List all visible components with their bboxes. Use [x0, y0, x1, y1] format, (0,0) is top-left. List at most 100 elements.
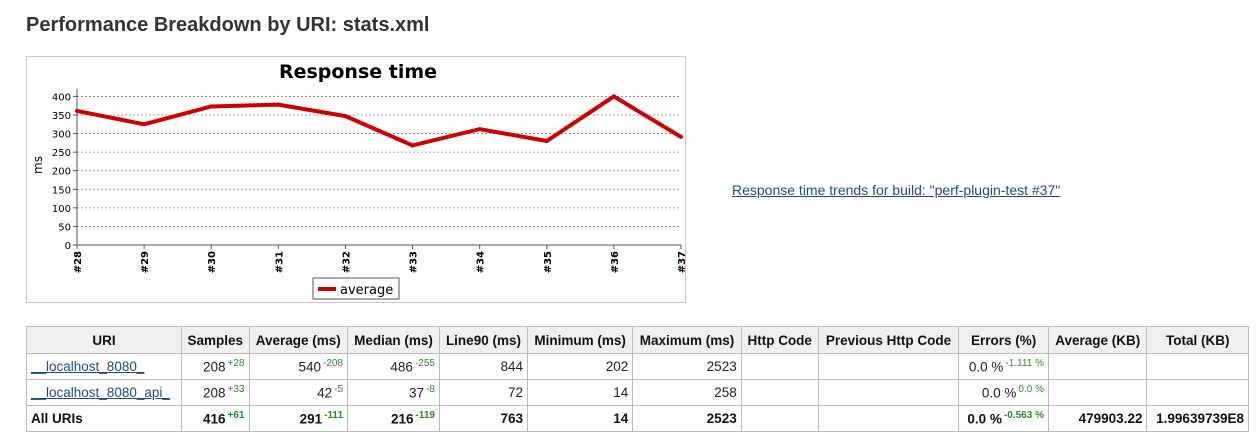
cell-value: 540 [298, 359, 321, 375]
cell-errors: 0.0 % 0.0 % [958, 379, 1049, 406]
cell-prev-http-code [817, 379, 960, 406]
y-axis-label: ms [31, 156, 45, 174]
cell-value: 14 [613, 411, 629, 426]
column-header: Previous Http Code [817, 326, 960, 354]
chart-title: Response time [279, 61, 437, 83]
cell-line90: 763 [438, 405, 528, 432]
cell-prev-http-code [817, 405, 960, 432]
cell-errors: 0.0 % -0.563 % [958, 405, 1049, 432]
table-row: __localhost_8080_api_ 208 +33 42 -5 37 -8 72 14 2… [26, 379, 1249, 406]
table-row: __localhost_8080_ 208 +28 540 -208 486 -255 844… [26, 353, 1249, 380]
uri-label: All URIs [31, 411, 83, 426]
cell-value: 208 [203, 359, 226, 375]
cell-value: 844 [500, 359, 523, 374]
y-tick-label: 250 [52, 148, 71, 159]
cell-value: 486 [390, 359, 413, 375]
cell-value: 0.0 % [981, 385, 1017, 401]
cell-avg-kb [1047, 379, 1148, 406]
y-tick-label: 50 [58, 222, 71, 233]
cell-diff: 0.0 % [1018, 384, 1044, 396]
cell-value: 202 [605, 359, 629, 374]
x-tick-label: #29 [140, 251, 151, 273]
x-tick-label: #30 [207, 251, 218, 273]
cell-minimum: 202 [526, 353, 634, 380]
uri-stats-table: URI Samples Average (ms) Median (ms) Line90 … [26, 326, 1249, 432]
y-tick-label: 300 [52, 130, 71, 141]
column-header: Maximum (ms) [632, 326, 742, 354]
data-point [679, 134, 683, 139]
cell-diff: -1.111 % [1005, 358, 1044, 370]
cell-total-kb: 1.99639739E8 [1146, 405, 1249, 432]
x-tick-label: #36 [610, 251, 621, 273]
cell-value: 2523 [706, 411, 737, 426]
cell-samples: 208 +28 [180, 353, 250, 380]
x-tick-label: #37 [677, 251, 685, 273]
chart-legend: average [312, 277, 400, 300]
cell-diff: -0.563 % [1003, 410, 1044, 422]
x-tick-label: #32 [341, 251, 352, 273]
data-point [276, 102, 281, 107]
column-header: Http Code [740, 326, 819, 354]
cell-errors: 0.0 % -1.111 % [958, 353, 1049, 380]
cell-median: 216 -119 [347, 405, 440, 432]
cell-diff: -111 [324, 410, 344, 422]
cell-value: 37 [409, 385, 425, 401]
uri-link[interactable]: __localhost_8080_api_ [31, 385, 170, 400]
cell-diff: -5 [334, 384, 344, 396]
cell-value: 479903.22 [1078, 411, 1143, 426]
column-header: Median (ms) [347, 326, 440, 354]
cell-line90: 844 [438, 353, 528, 380]
cell-diff: -8 [426, 384, 435, 396]
cell-avg-kb [1047, 353, 1148, 380]
chart-svg: Response time ms 0 50 100 150 200 250 300 350 40… [31, 61, 685, 300]
cell-value: 291 [299, 411, 323, 427]
cell-avg-kb: 479903.22 [1047, 405, 1148, 432]
cell-line90: 72 [438, 379, 528, 406]
y-tick-label: 200 [52, 167, 71, 178]
column-header: Average (KB) [1047, 326, 1148, 354]
chart-series [75, 94, 683, 148]
uri-link[interactable]: __localhost_8080_ [31, 359, 144, 374]
x-tick-label: #33 [409, 251, 420, 273]
cell-value: 258 [714, 385, 737, 400]
cell-value: 216 [390, 411, 414, 427]
cell-value: 0.0 % [967, 411, 1002, 427]
cell-maximum: 2523 [632, 405, 742, 432]
table-header-row: URI Samples Average (ms) Median (ms) Line90 … [26, 326, 1249, 354]
table-body: __localhost_8080_ 208 +28 540 -208 486 -255 844… [26, 353, 1249, 432]
cell-diff: +33 [227, 384, 245, 396]
y-tick-label: 350 [52, 111, 71, 122]
column-header: Minimum (ms) [526, 326, 634, 354]
cell-samples: 416 +61 [180, 405, 250, 432]
cell-value: 2523 [706, 359, 737, 374]
x-tick-label: #34 [476, 251, 487, 273]
data-point [142, 122, 147, 127]
cell-http-code [740, 353, 819, 380]
cell-value: 208 [203, 385, 226, 401]
y-axis-ticks: 0 50 100 150 200 250 300 350 400 [52, 92, 77, 252]
column-header: Samples [180, 326, 250, 354]
data-point [209, 104, 214, 109]
cell-value: 416 [203, 411, 226, 427]
cell-diff: -208 [323, 358, 344, 370]
data-point [611, 94, 616, 99]
cell-http-code [740, 405, 819, 432]
y-tick-label: 150 [52, 185, 71, 196]
x-axis-ticks: #28 #29 #30 #31 #32 #33 #34 #35 #36 #37 [73, 245, 685, 273]
column-header: Errors (%) [958, 326, 1049, 354]
series-line-average [76, 94, 683, 148]
cell-uri: All URIs [26, 405, 182, 432]
response-time-trends-link[interactable]: Response time trends for build: "perf-pl… [732, 182, 1060, 198]
x-tick-label: #35 [543, 251, 554, 273]
cell-median: 486 -255 [347, 353, 440, 380]
response-time-chart: Response time ms 0 50 100 150 200 250 300 350 40… [26, 56, 686, 303]
data-point [75, 108, 79, 113]
cell-total-kb [1146, 379, 1249, 406]
data-point [410, 143, 415, 148]
cell-median: 37 -8 [347, 379, 440, 406]
page-title: Performance Breakdown by URI: stats.xml [26, 14, 430, 36]
cell-maximum: 258 [632, 379, 742, 406]
column-header: Total (KB) [1146, 326, 1249, 354]
data-point [544, 139, 549, 143]
cell-value: 1.99639739E8 [1156, 411, 1244, 426]
